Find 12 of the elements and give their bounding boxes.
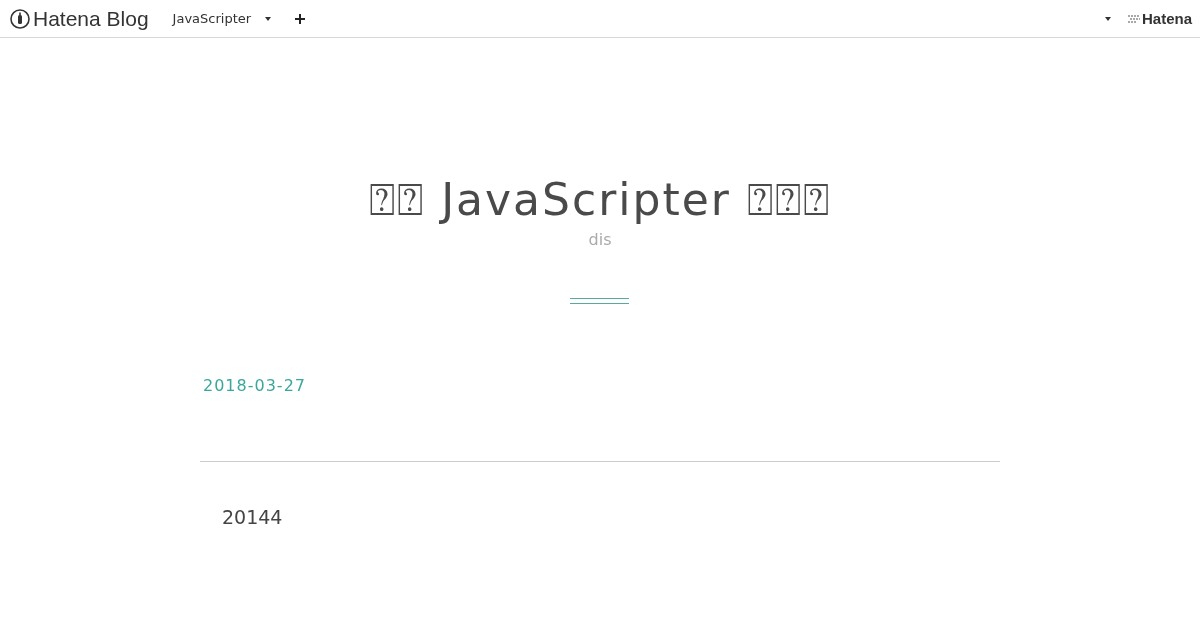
hatena-blog-logo[interactable]: Hatena Blog: [10, 6, 149, 31]
plus-icon: [295, 13, 306, 24]
blog-title[interactable]: ⍰⍰ JavaScripter ⍰⍰⍰: [369, 170, 831, 230]
caret-icon: [1104, 16, 1111, 21]
blog-menu-button[interactable]: JavaScripter: [168, 7, 276, 30]
logo-icon: [10, 8, 30, 29]
double-line-divider: [570, 298, 629, 304]
logo-icon: [1126, 13, 1141, 24]
entry-body: 20144: [222, 506, 283, 528]
blog-description: dis: [588, 230, 612, 250]
hatena-logo[interactable]: Hatena: [1126, 10, 1192, 27]
caret-icon: [265, 16, 272, 21]
